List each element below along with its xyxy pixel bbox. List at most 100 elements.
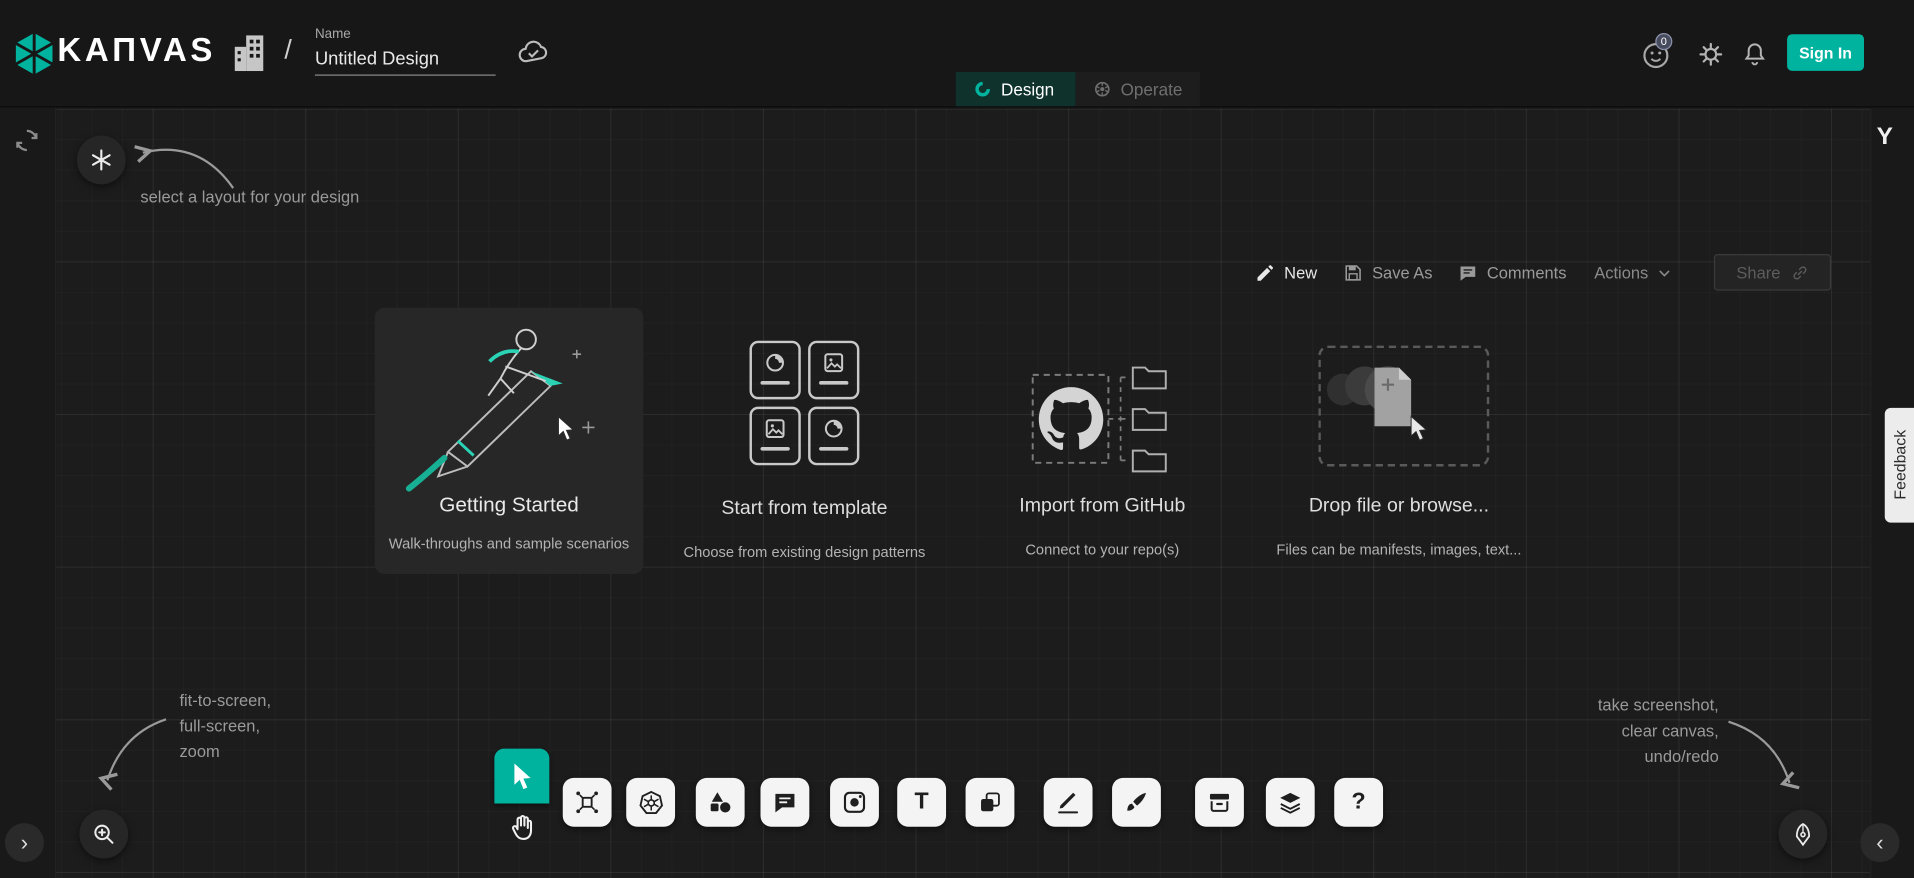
- select-tool-button[interactable]: [494, 749, 549, 804]
- app-window: KAΠVAS / Name Design: [0, 0, 1914, 878]
- brush-tool-button[interactable]: [1112, 778, 1161, 827]
- getting-started-card[interactable]: Getting Started Walk-throughs and sample…: [375, 308, 644, 574]
- new-label: New: [1284, 263, 1317, 281]
- actions-label: Actions: [1594, 263, 1648, 281]
- screenshot-hint-arrow: [1719, 712, 1807, 800]
- media-tool-button[interactable]: [830, 778, 879, 827]
- component-icon: [574, 789, 601, 816]
- draw-tool-button[interactable]: [1044, 778, 1093, 827]
- tile-line: [819, 447, 848, 450]
- actions-dropdown[interactable]: Actions: [1594, 254, 1672, 291]
- share-button[interactable]: Share: [1714, 254, 1831, 291]
- new-button[interactable]: New: [1255, 254, 1317, 291]
- organization-icon[interactable]: [232, 32, 266, 74]
- tab-operate-label: Operate: [1121, 79, 1183, 99]
- layout-asterisk-icon: [88, 147, 115, 174]
- hint-line: full-screen,: [179, 713, 271, 739]
- aperture-icon: [762, 349, 789, 376]
- header: KAΠVAS / Name Design: [0, 0, 1914, 107]
- share-label: Share: [1736, 263, 1780, 281]
- design-canvas[interactable]: select a layout for your design New Save…: [0, 109, 1914, 878]
- feedback-tab[interactable]: Feedback: [1885, 408, 1914, 523]
- save-as-button[interactable]: Save As: [1343, 254, 1433, 291]
- flip-tool-button[interactable]: [966, 778, 1015, 827]
- comments-button[interactable]: Comments: [1458, 254, 1567, 291]
- breadcrumb-separator: /: [284, 34, 291, 66]
- design-mode-icon: [973, 79, 993, 99]
- text-tool-glyph: T: [915, 789, 929, 816]
- save-floppy-icon: [1343, 262, 1364, 283]
- tile-line: [760, 381, 789, 384]
- brush-icon: [1123, 789, 1150, 816]
- layers-icon: [1277, 789, 1304, 816]
- template-tile: [808, 341, 859, 400]
- draw-pencil-icon: [1055, 789, 1082, 816]
- rocket-illustration: [387, 315, 631, 492]
- drawer-tool-button[interactable]: [1195, 778, 1244, 827]
- comments-bubble-icon: [1458, 262, 1479, 283]
- expand-left-panel-button[interactable]: ›: [5, 823, 44, 862]
- kanvas-logo-icon: [11, 31, 57, 77]
- canvas-hints-text: take screenshot, clear canvas, undo/redo: [1523, 692, 1718, 769]
- zoom-hint-arrow: [88, 710, 176, 798]
- text-tool-button[interactable]: T: [897, 778, 946, 827]
- cursor-pointer-icon: [555, 415, 576, 442]
- help-glyph: ?: [1352, 789, 1366, 816]
- card-title: Drop file or browse...: [1265, 496, 1534, 518]
- drop-file-graphic: [1321, 353, 1455, 463]
- drawer-icon: [1206, 789, 1233, 816]
- left-rail: [0, 109, 56, 878]
- pencil-icon: [1255, 262, 1276, 283]
- pen-nib-icon: [1790, 821, 1817, 848]
- github-octocat-icon: [1039, 387, 1103, 450]
- shapes-tool-button[interactable]: [696, 778, 745, 827]
- github-import-graphic: [1025, 360, 1184, 482]
- kubernetes-tool-button[interactable]: [626, 778, 675, 827]
- card-subtitle: Choose from existing design patterns: [658, 543, 951, 560]
- pen-tool-button[interactable]: [1779, 810, 1828, 859]
- template-tile: [750, 407, 801, 466]
- hint-line: fit-to-screen,: [179, 688, 271, 714]
- template-tile: [808, 407, 859, 466]
- tab-design[interactable]: Design: [956, 72, 1076, 106]
- zoom-hints-text: fit-to-screen, full-screen, zoom: [179, 688, 271, 765]
- card-title: Import from GitHub: [968, 496, 1237, 518]
- shapes-icon: [707, 789, 734, 816]
- chevron-down-icon: [1657, 264, 1673, 280]
- tile-line: [819, 381, 848, 384]
- hint-line: take screenshot,: [1523, 692, 1718, 718]
- layer5-corner-logo: Y: [1871, 123, 1898, 151]
- layers-tool-button[interactable]: [1266, 778, 1315, 827]
- feedback-label: Feedback: [1890, 430, 1908, 500]
- share-link-icon: [1790, 263, 1808, 281]
- brand-wordmark: KAΠVAS: [57, 32, 216, 70]
- design-name-label: Name: [315, 27, 351, 42]
- select-cursor-icon: [510, 761, 534, 790]
- cloud-save-status-icon: [518, 38, 550, 65]
- tab-design-label: Design: [1001, 79, 1054, 99]
- settings-gear-icon[interactable]: [1697, 40, 1725, 68]
- image-icon: [762, 415, 789, 442]
- kubernetes-icon: [637, 788, 665, 816]
- help-tool-button[interactable]: ?: [1334, 778, 1383, 827]
- component-tool-button[interactable]: [563, 778, 612, 827]
- pan-hand-icon[interactable]: [508, 812, 537, 841]
- comment-tool-button[interactable]: [760, 778, 809, 827]
- hint-line: clear canvas,: [1523, 718, 1718, 744]
- hint-line: zoom: [179, 739, 271, 765]
- design-name-input[interactable]: [315, 46, 496, 75]
- expand-right-panel-button[interactable]: ‹: [1860, 823, 1899, 862]
- cursor-pointer-icon: [1411, 416, 1426, 440]
- layout-hint-text: select a layout for your design: [140, 184, 359, 210]
- notification-count-badge: 0: [1655, 33, 1672, 50]
- save-as-label: Save As: [1372, 263, 1432, 281]
- card-subtitle: Files can be manifests, images, text...: [1252, 541, 1545, 558]
- sign-in-button[interactable]: Sign In: [1787, 34, 1864, 71]
- zoom-button[interactable]: [79, 810, 128, 859]
- card-title: Getting Started: [375, 493, 644, 517]
- card-title: Start from template: [670, 498, 939, 520]
- tab-operate[interactable]: Operate: [1075, 72, 1200, 106]
- notifications-bell-icon[interactable]: [1741, 40, 1769, 68]
- layout-select-button[interactable]: [77, 136, 126, 185]
- tile-line: [760, 447, 789, 450]
